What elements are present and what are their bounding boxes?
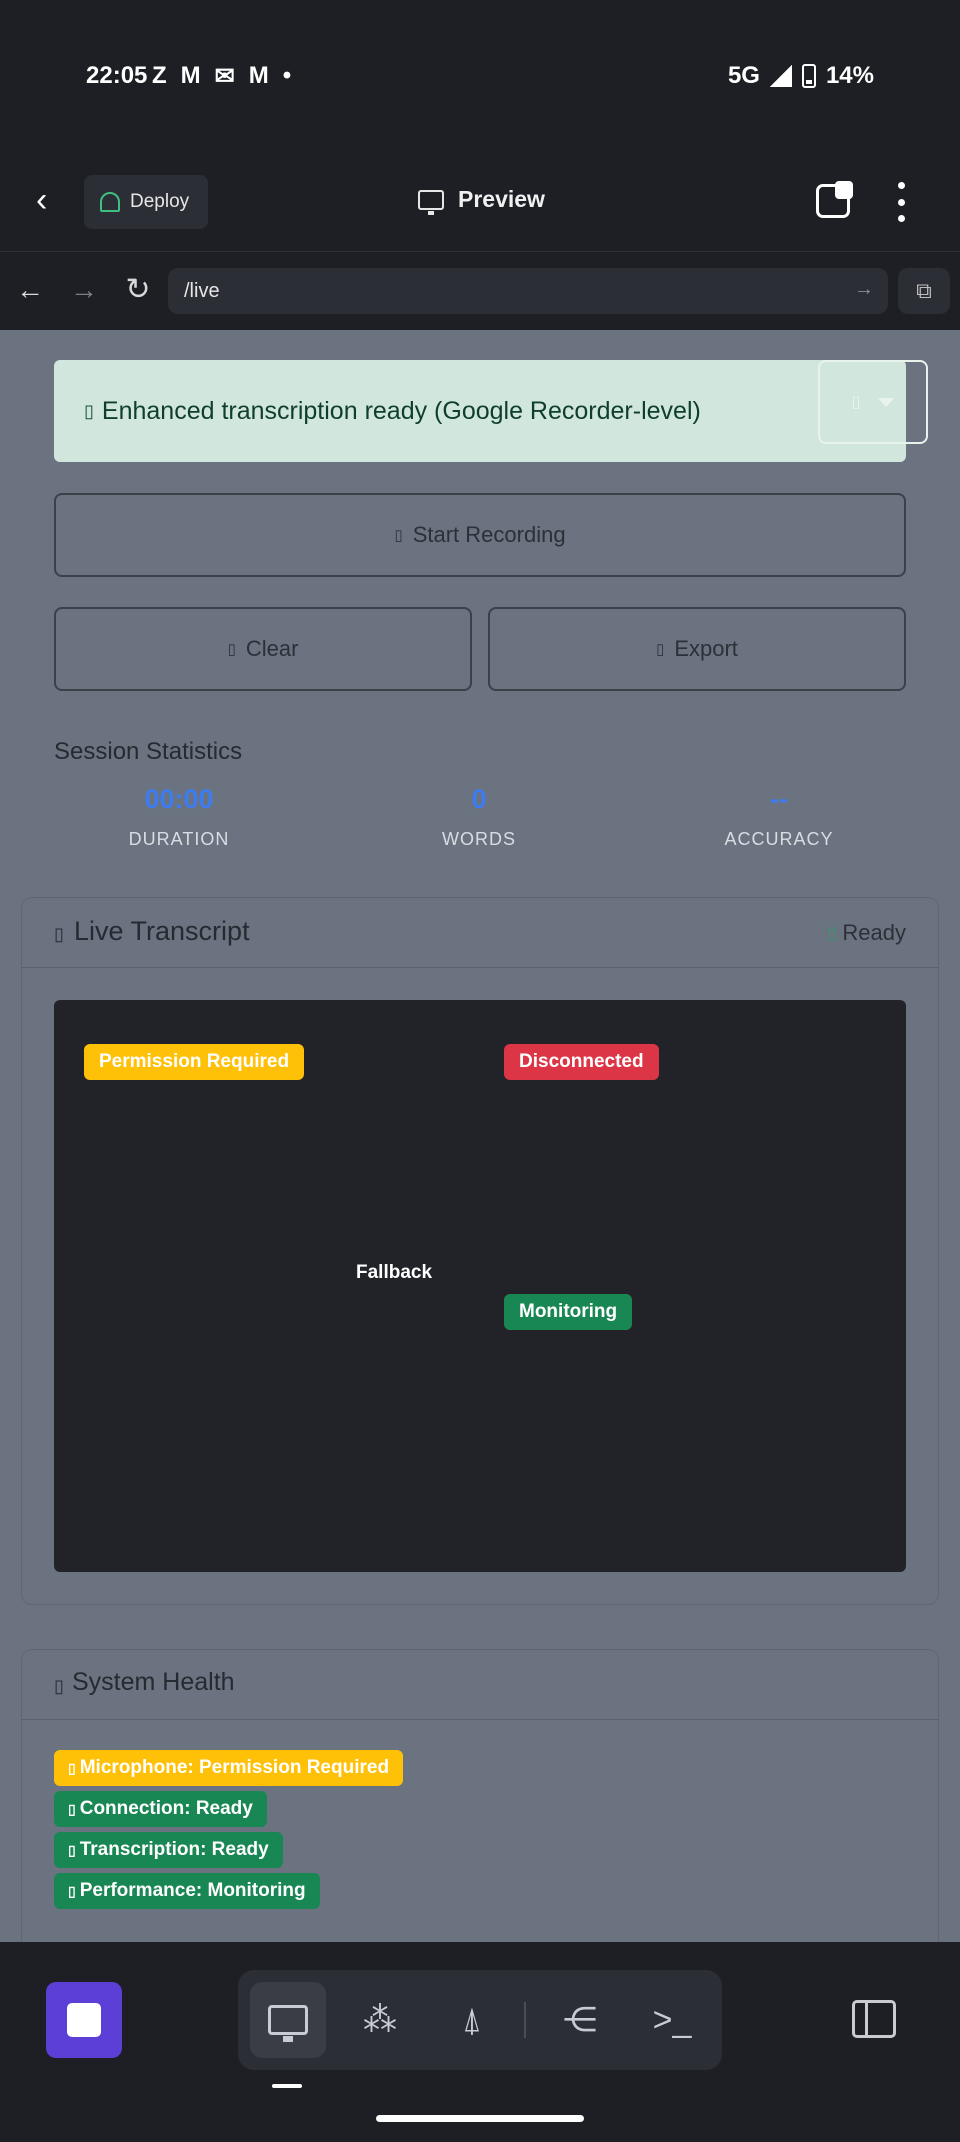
speed-icon: ▯ bbox=[68, 1882, 76, 1899]
health-badge-microphone: ▯ Microphone: Permission Required bbox=[54, 1750, 404, 1786]
gmail-icon: M bbox=[180, 62, 201, 89]
health-label: Microphone: Permission Required bbox=[79, 1757, 390, 1778]
preview-title[interactable]: Preview bbox=[418, 186, 545, 215]
bottom-nav: ⁂ ⍋ ⋲ >_ bbox=[0, 1942, 960, 2142]
tool-group: ⁂ ⍋ ⋲ >_ bbox=[238, 1970, 722, 2070]
mail-icon: ✉ bbox=[214, 63, 235, 90]
status-bar: 22:05 Z M ✉ M • 5G 14% bbox=[0, 0, 960, 150]
more-options-icon[interactable] bbox=[896, 182, 906, 222]
monitor-icon bbox=[418, 189, 444, 215]
session-statistics-title: Session Statistics bbox=[54, 738, 243, 765]
health-badge-transcription: ▯ Transcription: Ready bbox=[54, 1832, 283, 1868]
health-label: Transcription: Ready bbox=[79, 1839, 269, 1860]
preview-label: Preview bbox=[458, 186, 545, 212]
stat-label: ACCURACY bbox=[724, 829, 834, 849]
card-header: ▯ System Health bbox=[22, 1650, 938, 1720]
stop-icon bbox=[67, 2003, 101, 2037]
health-badge-performance: ▯ Performance: Monitoring bbox=[54, 1873, 320, 1909]
health-icon: ▯ bbox=[54, 1676, 64, 1696]
wifi-icon: ▯ bbox=[68, 1800, 76, 1817]
download-icon: ▯ bbox=[656, 641, 665, 658]
tabs-icon[interactable] bbox=[816, 181, 853, 218]
card-header: ▯ Live Transcript ▯ Ready bbox=[22, 898, 938, 968]
signal-icon bbox=[769, 65, 792, 87]
status-alert: ▯ Enhanced transcription ready (Google R… bbox=[54, 360, 906, 462]
notification-icon: Z bbox=[152, 62, 167, 89]
clear-button[interactable]: ▯ Clear bbox=[54, 607, 472, 691]
battery-icon bbox=[801, 64, 816, 88]
health-list: ▯ Microphone: Permission Required ▯ Conn… bbox=[54, 1750, 404, 1909]
start-recording-label: Start Recording bbox=[412, 522, 566, 547]
live-transcript-card: ▯ Live Transcript ▯ Ready Permission Req… bbox=[22, 898, 938, 1604]
health-badge-connection: ▯ Connection: Ready bbox=[54, 1791, 267, 1827]
stat-label: WORDS bbox=[442, 829, 516, 849]
system-health-card: ▯ System Health ▯ Microphone: Permission… bbox=[22, 1650, 938, 1942]
check-icon: ▯ bbox=[84, 400, 94, 421]
active-tab-indicator bbox=[272, 2084, 302, 2088]
health-label: Performance: Monitoring bbox=[79, 1880, 306, 1901]
mic-icon: ▯ bbox=[394, 527, 403, 544]
url-text: /live bbox=[184, 279, 220, 302]
battery-level: 14% bbox=[825, 62, 874, 89]
alert-text: Enhanced transcription ready (Google Rec… bbox=[101, 396, 701, 425]
system-icons: 5G 14% bbox=[728, 62, 874, 90]
clear-label: Clear bbox=[245, 636, 299, 661]
status-text: Ready bbox=[842, 920, 906, 945]
text-icon: ▯ bbox=[68, 1841, 76, 1858]
stat-value: 00:00 bbox=[144, 784, 214, 814]
divider bbox=[524, 2002, 526, 2038]
status-dot-icon: ▯ bbox=[827, 925, 837, 942]
terminal-icon[interactable]: >_ bbox=[634, 1982, 710, 2058]
transcript-status: ▯ Ready bbox=[828, 920, 906, 946]
trash-icon: ▯ bbox=[227, 641, 236, 658]
alert-dropdown[interactable]: ▯ bbox=[818, 360, 928, 444]
start-recording-button[interactable]: ▯ Start Recording bbox=[54, 493, 906, 577]
export-button[interactable]: ▯ Export bbox=[488, 607, 906, 691]
permission-badge: Permission Required bbox=[84, 1044, 305, 1080]
back-icon[interactable]: ‹ bbox=[36, 182, 72, 218]
deploy-label: Deploy bbox=[130, 191, 190, 212]
monitoring-badge: Monitoring bbox=[504, 1294, 633, 1330]
stat-value: 0 bbox=[471, 784, 487, 814]
notification-icons: Z M ✉ M • bbox=[152, 62, 291, 91]
status-time: 22:05 bbox=[86, 62, 148, 89]
stat-words: 0 WORDS bbox=[354, 784, 604, 850]
transcript-area[interactable]: Permission Required Disconnected Fallbac… bbox=[54, 1000, 906, 1572]
open-external-icon[interactable]: ⧉ bbox=[898, 268, 950, 314]
apps-icon[interactable]: ⁂ bbox=[342, 1982, 418, 2058]
stat-value: -- bbox=[770, 784, 788, 814]
settings-icon: ▯ bbox=[851, 394, 861, 411]
fallback-label: Fallback bbox=[356, 1262, 433, 1283]
health-label: Connection: Ready bbox=[79, 1798, 253, 1819]
home-indicator[interactable] bbox=[376, 2115, 584, 2122]
deploy-icon[interactable]: ⍋ bbox=[434, 1982, 510, 2058]
gmail-icon: M bbox=[248, 62, 269, 89]
chevron-down-icon bbox=[878, 397, 895, 407]
more-dot-icon: • bbox=[282, 62, 292, 89]
go-arrow-icon[interactable]: → bbox=[854, 278, 874, 301]
transcript-icon: ▯ bbox=[54, 924, 64, 944]
stat-label: DURATION bbox=[128, 829, 230, 849]
reload-icon[interactable]: ↻ bbox=[122, 272, 154, 307]
desktop-icon[interactable] bbox=[250, 1982, 326, 2058]
webview: ▯ Enhanced transcription ready (Google R… bbox=[0, 330, 960, 1942]
live-transcript-title: Live Transcript bbox=[74, 916, 250, 946]
stop-button[interactable] bbox=[46, 1982, 122, 2058]
url-input[interactable]: /live → bbox=[168, 268, 888, 314]
browser-back-icon[interactable]: ← bbox=[14, 274, 46, 306]
deploy-icon bbox=[100, 192, 120, 212]
mic-icon: ▯ bbox=[68, 1759, 76, 1776]
app-bar: ‹ Deploy Preview bbox=[0, 150, 960, 252]
browser-forward-icon[interactable]: → bbox=[68, 274, 100, 306]
workflow-icon[interactable]: ⋲ bbox=[542, 1982, 618, 2058]
network-type: 5G bbox=[727, 62, 760, 89]
side-panel-icon[interactable] bbox=[852, 2000, 896, 2038]
url-bar: ← → ↻ /live → ⧉ bbox=[0, 252, 960, 330]
stat-accuracy: -- ACCURACY bbox=[654, 784, 904, 850]
export-label: Export bbox=[674, 636, 738, 661]
stat-duration: 00:00 DURATION bbox=[54, 784, 304, 850]
connection-badge: Disconnected bbox=[504, 1044, 659, 1080]
deploy-button[interactable]: Deploy bbox=[84, 175, 208, 229]
system-health-title: System Health bbox=[72, 1668, 235, 1696]
